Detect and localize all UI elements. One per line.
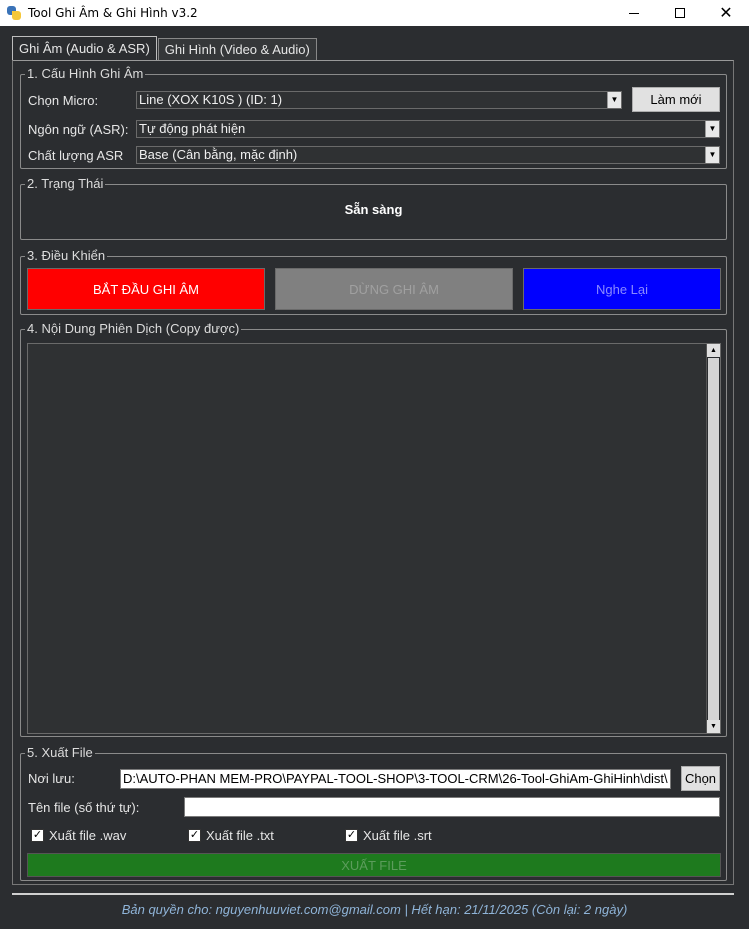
maximize-button[interactable] — [657, 0, 703, 26]
tab-bar: Ghi Âm (Audio & ASR) Ghi Hình (Video & A… — [12, 36, 317, 60]
controls-legend: 3. Điều Khiển — [25, 248, 108, 263]
stop-record-button[interactable]: DỪNG GHI ÂM — [275, 268, 513, 310]
export-group: 5. Xuất File Nơi lưu: D:\AUTO-PHAN MEM-P… — [20, 746, 727, 881]
config-group: 1. Cấu Hình Ghi Âm Chọn Micro: Line (XOX… — [20, 67, 727, 169]
minimize-icon — [629, 12, 639, 14]
status-legend: 2. Trạng Thái — [25, 176, 106, 191]
checkbox-checked-icon[interactable]: ✓ — [31, 829, 44, 842]
chevron-down-icon: ▼ — [705, 147, 719, 163]
tab-video[interactable]: Ghi Hình (Video & Audio) — [157, 38, 317, 60]
maximize-icon — [675, 8, 685, 18]
refresh-button[interactable]: Làm mới — [632, 87, 720, 112]
micro-select[interactable]: Line (XOX K10S ) (ID: 1) ▼ — [136, 91, 622, 109]
start-record-button[interactable]: BẮT ĐẦU GHI ÂM — [27, 268, 265, 310]
tab-audio[interactable]: Ghi Âm (Audio & ASR) — [12, 36, 157, 60]
language-label: Ngôn ngữ (ASR): — [28, 122, 129, 137]
replay-button[interactable]: Nghe Lại — [523, 268, 721, 310]
config-legend: 1. Cấu Hình Ghi Âm — [25, 66, 146, 81]
save-path-input[interactable]: D:\AUTO-PHAN MEM-PRO\PAYPAL-TOOL-SHOP\3-… — [120, 769, 671, 789]
minimize-button[interactable] — [611, 0, 657, 26]
filename-label: Tên file (số thứ tự): — [28, 800, 140, 815]
tab-panel-audio: 1. Cấu Hình Ghi Âm Chọn Micro: Line (XOX… — [12, 60, 734, 885]
choose-folder-button[interactable]: Chọn — [681, 766, 720, 791]
language-select[interactable]: Tự động phát hiện ▼ — [136, 120, 720, 138]
language-value: Tự động phát hiện — [139, 121, 246, 136]
check-srt-label: Xuất file .srt — [363, 828, 432, 843]
export-file-button[interactable]: XUẤT FILE — [27, 853, 721, 877]
quality-label: Chất lượng ASR — [28, 148, 124, 163]
filename-input[interactable] — [184, 797, 720, 817]
scroll-up-icon[interactable]: ▲ — [707, 344, 720, 357]
export-legend: 5. Xuất File — [25, 745, 95, 760]
check-srt[interactable]: ✓ Xuất file .srt — [345, 828, 432, 843]
micro-value: Line (XOX K10S ) (ID: 1) — [139, 92, 283, 107]
footer-separator — [12, 893, 734, 895]
python-icon — [6, 5, 22, 21]
license-footer: Bản quyền cho: nguyenhuuviet.com@gmail.c… — [121, 902, 628, 917]
title-bar: Tool Ghi Âm & Ghi Hình v3.2 ✕ — [0, 0, 749, 26]
save-path-label: Nơi lưu: — [28, 771, 75, 786]
transcript-group: 4. Nội Dung Phiên Dịch (Copy được) ▲ ▼ — [20, 322, 727, 737]
controls-group: 3. Điều Khiển BẮT ĐẦU GHI ÂM DỪNG GHI ÂM… — [20, 249, 727, 315]
close-button[interactable]: ✕ — [703, 0, 749, 26]
transcript-textarea[interactable]: ▲ ▼ — [27, 343, 721, 734]
close-icon: ✕ — [719, 5, 733, 22]
check-wav-label: Xuất file .wav — [49, 828, 127, 843]
status-group: 2. Trạng Thái Sẵn sàng — [20, 177, 727, 240]
status-text: Sẵn sàng — [344, 202, 403, 217]
window-title: Tool Ghi Âm & Ghi Hình v3.2 — [28, 6, 198, 20]
transcript-legend: 4. Nội Dung Phiên Dịch (Copy được) — [25, 321, 242, 336]
chevron-down-icon: ▼ — [705, 121, 719, 137]
checkbox-checked-icon[interactable]: ✓ — [345, 829, 358, 842]
checkbox-checked-icon[interactable]: ✓ — [188, 829, 201, 842]
quality-select[interactable]: Base (Cân bằng, mặc định) ▼ — [136, 146, 720, 164]
micro-label: Chọn Micro: — [28, 93, 99, 108]
scroll-down-icon[interactable]: ▼ — [707, 720, 720, 733]
scroll-thumb[interactable] — [708, 358, 719, 720]
check-txt[interactable]: ✓ Xuất file .txt — [188, 828, 274, 843]
quality-value: Base (Cân bằng, mặc định) — [139, 147, 298, 162]
chevron-down-icon: ▼ — [607, 92, 621, 108]
check-txt-label: Xuất file .txt — [206, 828, 274, 843]
check-wav[interactable]: ✓ Xuất file .wav — [31, 828, 126, 843]
transcript-scrollbar[interactable]: ▲ ▼ — [706, 344, 720, 733]
